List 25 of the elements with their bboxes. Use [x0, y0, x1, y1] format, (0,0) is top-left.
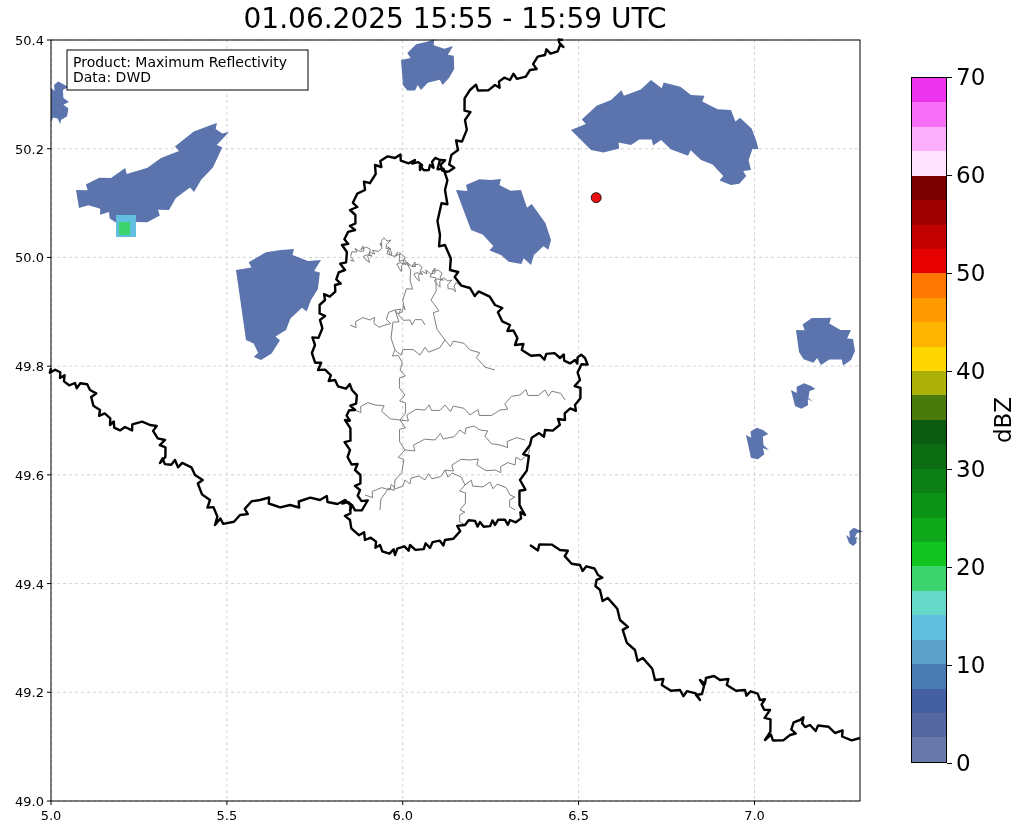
y-tick-label: 49.4: [15, 576, 44, 592]
y-tick-label: 50.0: [15, 250, 44, 266]
y-tick-label: 50.4: [15, 33, 44, 48]
info-text: Data: DWD: [73, 69, 151, 85]
y-tick-label: 49.0: [15, 794, 44, 809]
colorbar-tick-label: 30: [956, 456, 986, 482]
colorbar-tick-label: 20: [956, 554, 986, 580]
colorbar-label: dBZ: [990, 396, 1016, 444]
colorbar-tick-label: 10: [956, 652, 986, 678]
x-tick-label: 5.0: [40, 808, 62, 823]
y-tick-label: 49.2: [15, 685, 44, 701]
colorbar-tick-label: 60: [956, 162, 986, 188]
x-tick-label: 5.5: [216, 808, 238, 823]
x-tick-label: 6.5: [568, 808, 589, 823]
chart-title: 01.06.2025 15:55 - 15:59 UTC: [242, 1, 668, 32]
x-tick-label: 6.0: [392, 808, 414, 823]
y-tick-label: 49.6: [15, 467, 44, 483]
y-tick-label: 50.2: [15, 141, 44, 157]
colorbar-tick-label: 0: [956, 750, 971, 776]
colorbar-tick-label: 50: [956, 260, 986, 286]
info-text: Product: Maximum Reflectivity: [73, 54, 287, 70]
y-tick-label: 49.8: [15, 359, 44, 375]
x-tick-label: 7.0: [744, 808, 765, 823]
colorbar-tick-label: 70: [956, 64, 986, 90]
colorbar-tick-label: 40: [956, 358, 986, 384]
